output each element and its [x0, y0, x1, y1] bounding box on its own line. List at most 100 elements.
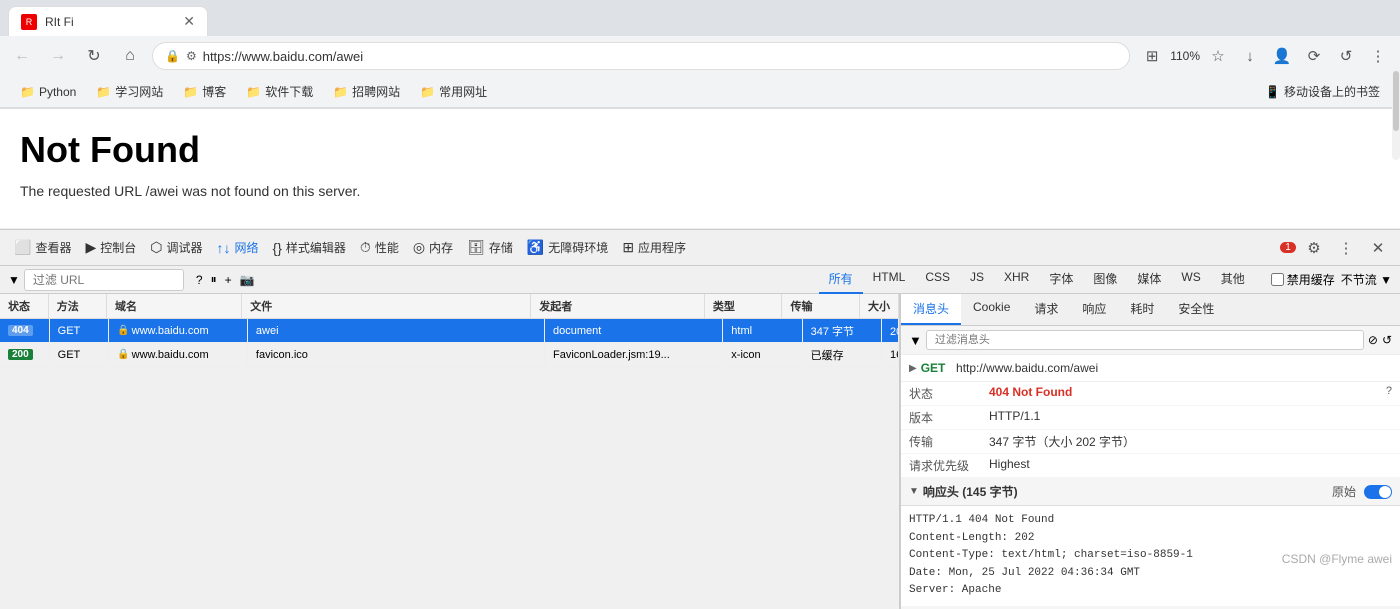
disable-cache-checkbox[interactable]	[1271, 273, 1284, 286]
bookmark-blog[interactable]: 📁 博客	[175, 81, 234, 102]
tab-timing[interactable]: 耗时	[1118, 294, 1166, 325]
devtools-settings[interactable]: ⚙	[1300, 234, 1328, 262]
network-row-404[interactable]: 404 GET 🔒www.baidu.com awei document htm…	[0, 319, 899, 343]
folder-icon: 📁	[420, 85, 435, 99]
perf-label: 性能	[375, 239, 399, 256]
home-button[interactable]: ⌂	[116, 42, 144, 70]
tab-favicon: R	[21, 14, 37, 30]
detail-content: ▼ ⊘ ↺ ▶ GET http://www.baidu.com/awei	[901, 326, 1400, 609]
download-button[interactable]: ↓	[1236, 42, 1264, 70]
disable-cache-label: 禁用缓存	[1271, 271, 1335, 288]
mobile-bookmarks[interactable]: 📱 移动设备上的书签	[1257, 81, 1388, 102]
style-icon: {}	[273, 240, 282, 256]
tab-response[interactable]: 响应	[1070, 294, 1118, 325]
console-icon: ▶	[85, 239, 96, 256]
refresh-button[interactable]: ↻	[80, 42, 108, 70]
tab-media[interactable]: 媒体	[1127, 265, 1171, 294]
filter-resend-icon[interactable]: ↺	[1382, 333, 1392, 347]
folder-icon: 📁	[183, 85, 198, 99]
lock-icon-2: 🔒	[117, 349, 129, 360]
devtools-memory[interactable]: ◎ 内存	[407, 235, 459, 260]
bookmark-common[interactable]: 📁 常用网址	[412, 81, 495, 102]
request-url-row[interactable]: ▶ GET http://www.baidu.com/awei	[901, 355, 1400, 382]
page-scrollbar-thumb[interactable]	[1393, 71, 1399, 131]
expand-arrow[interactable]: ▶	[909, 363, 917, 374]
tab-xhr[interactable]: XHR	[994, 265, 1039, 294]
back-button[interactable]: ←	[8, 42, 36, 70]
field-val-version: HTTP/1.1	[989, 409, 1392, 423]
bookmarks-bar: 📁 Python 📁 学习网站 📁 博客 📁 软件下载 📁 招聘网站 📁 常用网…	[0, 76, 1400, 108]
detail-row-status: 状态 404 Not Found ?	[901, 382, 1400, 406]
bookmark-label: 博客	[202, 83, 226, 100]
throttle-dropdown[interactable]: 不节流 ▼	[1341, 271, 1392, 288]
tab-image[interactable]: 图像	[1083, 265, 1127, 294]
network-row-200[interactable]: 200 GET 🔒www.baidu.com favicon.ico Favic…	[0, 343, 899, 367]
tab-request[interactable]: 请求	[1022, 294, 1070, 325]
sync-button[interactable]: ⟳	[1300, 42, 1328, 70]
devtools-style-editor[interactable]: {} 样式编辑器	[267, 235, 352, 260]
memory-label: 内存	[429, 239, 453, 256]
raw-toggle-switch[interactable]	[1364, 485, 1392, 499]
tab-font[interactable]: 字体	[1039, 265, 1083, 294]
clear-icon[interactable]: +	[225, 273, 232, 287]
cell-type-1: html	[723, 319, 802, 342]
cell-method-2: GET	[50, 343, 110, 366]
tab-cookie[interactable]: Cookie	[961, 294, 1022, 325]
bookmark-python[interactable]: 📁 Python	[12, 83, 84, 101]
forward-button[interactable]: →	[44, 42, 72, 70]
col-header-initiator: 发起者	[531, 294, 705, 318]
tab-messages-header-active[interactable]: 消息头	[901, 294, 961, 325]
tab-html[interactable]: HTML	[863, 265, 916, 294]
help-icon[interactable]: ?	[196, 273, 203, 287]
status-help-icon[interactable]: ?	[1386, 385, 1392, 397]
pause-icon[interactable]: ⏸	[211, 272, 217, 287]
cell-size-2: 16.56 KB	[882, 343, 899, 366]
field-key-transfer: 传输	[909, 433, 989, 450]
response-headers-toggle[interactable]: ▼ 响应头 (145 字节) 原始	[901, 478, 1400, 506]
devtools-console[interactable]: ▶ 控制台	[79, 235, 142, 260]
screenshot-icon[interactable]: 📷	[240, 273, 255, 287]
network-filter-input[interactable]	[24, 269, 184, 291]
bookmark-software[interactable]: 📁 软件下载	[238, 81, 321, 102]
messages-filter-input[interactable]	[926, 330, 1364, 350]
devtools-accessibility[interactable]: ♿ 无障碍环境	[521, 235, 614, 260]
access-icon: ♿	[527, 239, 544, 256]
inspector-icon: ⬜	[14, 239, 31, 256]
status-badge-200: 200	[8, 349, 33, 360]
devtools-inspector[interactable]: ⬜ 查看器	[8, 235, 77, 260]
extensions-button[interactable]: ⊞	[1138, 42, 1166, 70]
devtools-network[interactable]: ↑↓ 网络	[211, 235, 265, 260]
filter-block-icon[interactable]: ⊘	[1368, 333, 1378, 347]
tab-js[interactable]: JS	[960, 265, 994, 294]
history-back-button[interactable]: ↺	[1332, 42, 1360, 70]
response-headers-title: 响应头 (145 字节)	[923, 483, 1018, 500]
tab-bar: R RIt Fi ✕	[0, 0, 1400, 36]
tab-css[interactable]: CSS	[915, 265, 960, 294]
profile-button[interactable]: 👤	[1268, 42, 1296, 70]
detail-row-version: 版本 HTTP/1.1	[901, 406, 1400, 430]
bookmark-label: 软件下载	[265, 83, 313, 100]
app-icon: ⊞	[622, 239, 634, 256]
tab-security[interactable]: 安全性	[1166, 294, 1226, 325]
devtools-application[interactable]: ⊞ 应用程序	[616, 235, 692, 260]
tab-other[interactable]: 其他	[1211, 265, 1255, 294]
tab-all[interactable]: 所有	[819, 265, 863, 294]
tab-ws[interactable]: WS	[1171, 265, 1210, 294]
bookmark-jobs[interactable]: 📁 招聘网站	[325, 81, 408, 102]
active-tab[interactable]: R RIt Fi ✕	[8, 6, 208, 36]
bookmark-label: 学习网站	[115, 83, 163, 100]
tab-close-button[interactable]: ✕	[183, 13, 195, 30]
devtools-storage[interactable]: 🗄 存储	[461, 235, 519, 260]
cell-status-404: 404	[0, 319, 50, 342]
bookmark-study[interactable]: 📁 学习网站	[88, 81, 171, 102]
devtools-debugger[interactable]: ⬡ 调试器	[144, 235, 208, 260]
menu-button[interactable]: ⋮	[1364, 42, 1392, 70]
cell-size-1: 202 字节	[882, 319, 899, 342]
devtools-more[interactable]: ⋮	[1332, 234, 1360, 262]
cell-domain-1: 🔒www.baidu.com	[109, 319, 248, 342]
error-badge: 1	[1280, 242, 1296, 253]
bookmark-star-button[interactable]: ☆	[1204, 42, 1232, 70]
address-bar[interactable]: 🔒 ⚙ https://www.baidu.com/awei	[152, 42, 1130, 70]
devtools-close[interactable]: ✕	[1364, 234, 1392, 262]
devtools-performance[interactable]: ⏱ 性能	[354, 235, 405, 260]
